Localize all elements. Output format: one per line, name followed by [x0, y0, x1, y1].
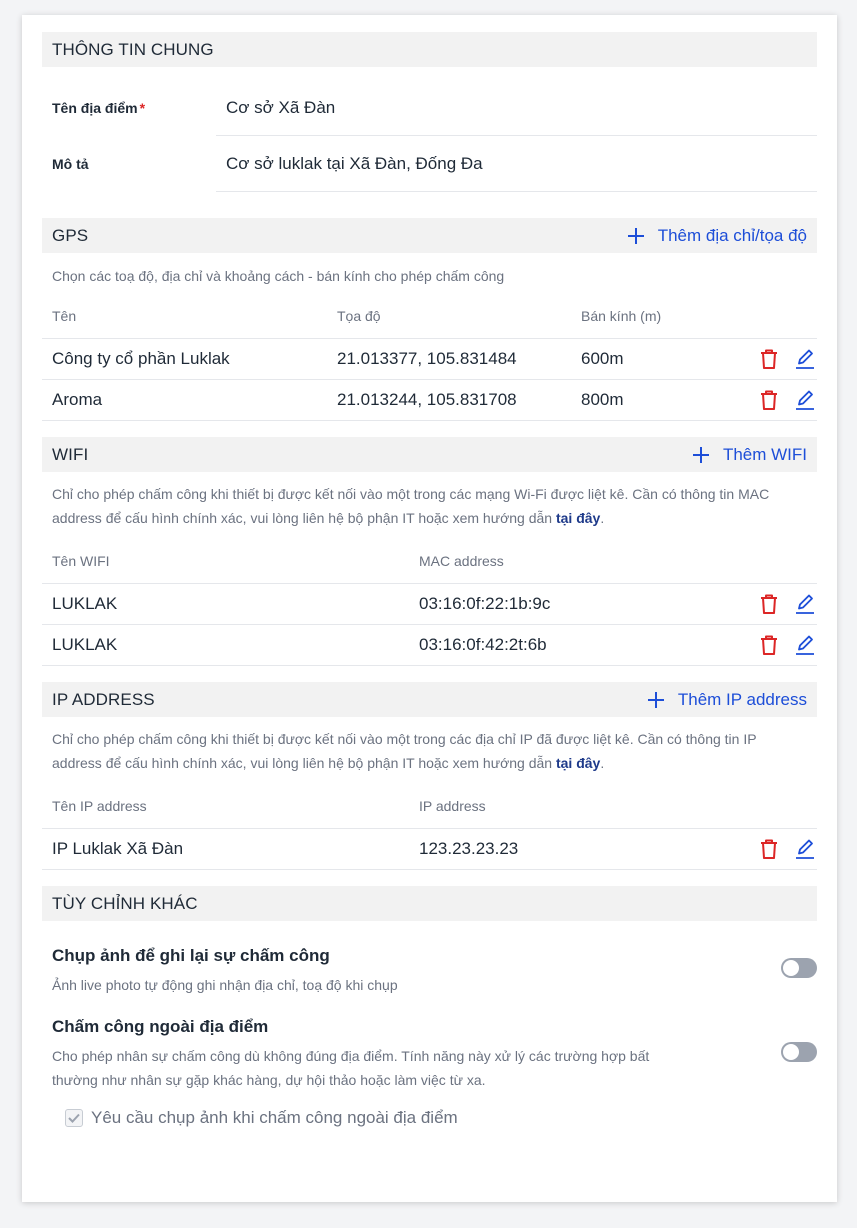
row-actions [759, 838, 815, 860]
pencil-icon[interactable] [795, 838, 815, 860]
ip-section-header: IP ADDRESS Thêm IP address [42, 682, 817, 717]
row-actions [759, 348, 815, 370]
wifi-table-header: Tên WIFI MAC address [42, 539, 817, 584]
wifi-description: Chỉ cho phép chấm công khi thiết bị được… [42, 472, 817, 530]
photo-toggle[interactable] [781, 958, 817, 978]
gps-row-name: Công ty cổ phần Luklak [52, 349, 230, 368]
require-photo-checkbox-row: Yêu cầu chụp ảnh khi chấm công ngoài địa… [42, 1092, 817, 1128]
gps-row-radius: 800m [581, 390, 624, 409]
wifi-section-header: WIFI Thêm WIFI [42, 437, 817, 472]
row-actions [759, 593, 815, 615]
description-input[interactable]: Cơ sở luklak tại Xã Đàn, Đống Đa [216, 136, 817, 192]
description-label: Mô tả [52, 156, 89, 172]
ip-table-header: Tên IP address IP address [42, 784, 817, 829]
row-actions [759, 634, 815, 656]
gps-row-coords: 21.013377, 105.831484 [337, 349, 517, 368]
trash-icon[interactable] [759, 634, 779, 656]
wifi-description-text: Chỉ cho phép chấm công khi thiết bị được… [52, 486, 770, 526]
gps-section-header: GPS Thêm địa chỉ/tọa độ [42, 218, 817, 253]
ip-section-title: IP ADDRESS [52, 689, 155, 709]
location-name-input[interactable]: Cơ sở Xã Đàn [216, 80, 817, 136]
pencil-icon[interactable] [795, 593, 815, 615]
ip-description-end: . [600, 755, 605, 771]
gps-table-header: Tên Tọa độ Bán kính (m) [42, 294, 817, 339]
trash-icon[interactable] [759, 593, 779, 615]
outside-option: Chấm công ngoài địa điểm Cho phép nhân s… [42, 997, 817, 1092]
wifi-col-mac: MAC address [419, 553, 504, 569]
custom-section-header: TÙY CHỈNH KHÁC [42, 886, 817, 921]
wifi-row-name: LUKLAK [52, 635, 118, 654]
photo-option: Chụp ảnh để ghi lại sự chấm công Ảnh liv… [42, 921, 817, 997]
ip-col-name: Tên IP address [52, 798, 147, 814]
plus-icon [627, 227, 644, 244]
gps-description: Chọn các toạ độ, địa chỉ và khoảng cách … [52, 268, 505, 284]
add-ip-label: Thêm IP address [677, 689, 807, 709]
gps-row-radius: 600m [581, 349, 624, 368]
settings-content: THÔNG TIN CHUNG Tên địa điểm * Cơ sở Xã Đ… [42, 32, 817, 1128]
pencil-icon[interactable] [795, 389, 815, 411]
required-marker: * [139, 100, 146, 116]
check-icon [68, 1113, 80, 1123]
ip-description-text: Chỉ cho phép chấm công khi thiết bị được… [52, 731, 757, 771]
gps-col-radius: Bán kính (m) [581, 308, 662, 324]
add-gps-label: Thêm địa chỉ/tọa độ [657, 225, 807, 245]
wifi-section-title: WIFI [52, 444, 89, 464]
wifi-guide-link[interactable]: tại đây [556, 510, 600, 526]
table-row: LUKLAK 03:16:0f:42:2t:6b [42, 625, 817, 666]
trash-icon[interactable] [759, 389, 779, 411]
photo-option-title: Chụp ảnh để ghi lại sự chấm công [52, 946, 330, 965]
custom-section-title: TÙY CHỈNH KHÁC [52, 893, 198, 913]
plus-icon [692, 446, 709, 463]
require-photo-checkbox[interactable] [65, 1109, 83, 1127]
general-section-title: THÔNG TIN CHUNG [52, 39, 214, 59]
ip-guide-link[interactable]: tại đây [556, 755, 600, 771]
add-wifi-label: Thêm WIFI [722, 444, 807, 464]
wifi-row-mac: 03:16:0f:42:2t:6b [419, 635, 547, 654]
table-row: Aroma 21.013244, 105.831708 800m [42, 380, 817, 421]
row-actions [759, 389, 815, 411]
location-name-row: Tên địa điểm * Cơ sở Xã Đàn [42, 80, 817, 136]
pencil-icon[interactable] [795, 348, 815, 370]
wifi-row-name: LUKLAK [52, 594, 118, 613]
ip-col-address: IP address [419, 798, 486, 814]
general-section-header: THÔNG TIN CHUNG [42, 32, 817, 67]
wifi-row-mac: 03:16:0f:22:1b:9c [419, 594, 551, 613]
photo-option-desc: Ảnh live photo tự động ghi nhận địa chỉ,… [52, 977, 398, 993]
plus-icon [647, 691, 664, 708]
ip-row-address: 123.23.23.23 [419, 839, 519, 858]
trash-icon[interactable] [759, 838, 779, 860]
pencil-icon[interactable] [795, 634, 815, 656]
add-wifi-button[interactable]: Thêm WIFI [692, 444, 807, 465]
description-row: Mô tả Cơ sở luklak tại Xã Đàn, Đống Đa [42, 136, 817, 192]
ip-description: Chỉ cho phép chấm công khi thiết bị được… [42, 717, 817, 775]
add-gps-button[interactable]: Thêm địa chỉ/tọa độ [627, 225, 807, 246]
add-ip-button[interactable]: Thêm IP address [647, 689, 807, 710]
table-row: LUKLAK 03:16:0f:22:1b:9c [42, 584, 817, 625]
require-photo-label: Yêu cầu chụp ảnh khi chấm công ngoài địa… [91, 1108, 458, 1127]
outside-option-title: Chấm công ngoài địa điểm [52, 1017, 269, 1036]
gps-col-coords: Tọa độ [337, 308, 381, 324]
table-row: IP Luklak Xã Đàn 123.23.23.23 [42, 829, 817, 870]
wifi-description-end: . [600, 510, 605, 526]
gps-row-name: Aroma [52, 390, 103, 409]
ip-row-name: IP Luklak Xã Đàn [52, 839, 184, 858]
location-name-label-text: Tên địa điểm [52, 100, 138, 116]
gps-col-name: Tên [52, 308, 77, 324]
gps-row-coords: 21.013244, 105.831708 [337, 390, 517, 409]
trash-icon[interactable] [759, 348, 779, 370]
location-name-label: Tên địa điểm * [42, 100, 216, 116]
gps-section-title: GPS [52, 225, 89, 245]
outside-toggle[interactable] [781, 1042, 817, 1062]
outside-option-desc: Cho phép nhân sự chấm công dù không đúng… [52, 1048, 650, 1088]
wifi-col-name: Tên WIFI [52, 553, 110, 569]
location-settings-card: THÔNG TIN CHUNG Tên địa điểm * Cơ sở Xã Đ… [22, 15, 837, 1202]
table-row: Công ty cổ phần Luklak 21.013377, 105.83… [42, 339, 817, 380]
